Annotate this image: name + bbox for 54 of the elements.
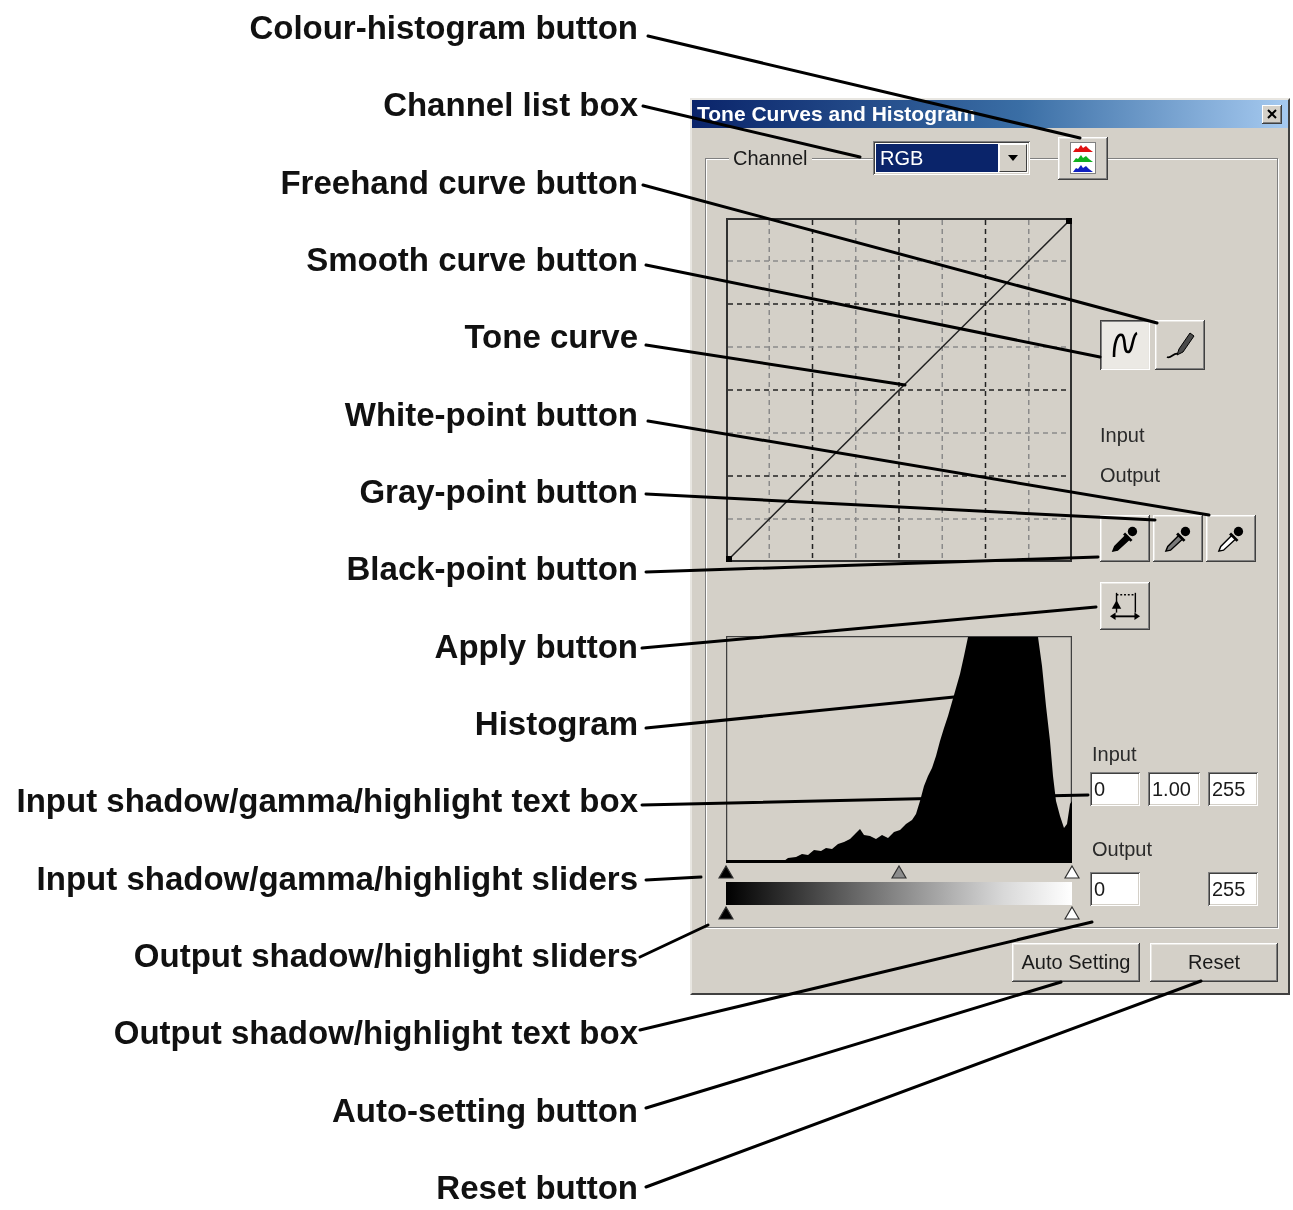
callout-label: Black-point button xyxy=(346,549,638,590)
leader-line xyxy=(644,875,703,882)
callout-label: White-point button xyxy=(344,394,638,435)
midtone-point-button[interactable] xyxy=(1153,515,1203,562)
callout-label: Apply button xyxy=(434,626,638,667)
window-title: Tone Curves and Histogram xyxy=(697,102,976,126)
input-slider-track[interactable] xyxy=(718,863,1080,880)
close-button[interactable] xyxy=(1262,104,1282,124)
channel-dropdown[interactable]: RGB xyxy=(873,141,1030,175)
input-field[interactable]: 255 xyxy=(1208,872,1258,906)
callout-label: Tone curve xyxy=(464,317,638,358)
caret-icon xyxy=(999,144,1027,172)
close-icon xyxy=(1267,109,1277,119)
pencil-icon xyxy=(1165,330,1195,360)
callout-label: Gray-point button xyxy=(359,471,638,512)
slider-thumb[interactable] xyxy=(891,865,907,879)
readout-label: Input xyxy=(1100,425,1145,445)
eyedropper-icon xyxy=(1164,524,1192,553)
reset-button[interactable]: Reset xyxy=(1150,943,1278,982)
eyedropper-icon xyxy=(1111,524,1139,553)
callout-label: Freehand curve button xyxy=(280,162,638,203)
callout-label: Input shadow/gamma/highlight sliders xyxy=(36,858,638,899)
apply-button[interactable] xyxy=(1100,582,1150,630)
eyedropper-icon xyxy=(1217,524,1245,553)
histogram-icon xyxy=(1070,142,1096,174)
callout-label: Smooth curve button xyxy=(306,240,638,280)
highlight-point-button[interactable] xyxy=(1206,515,1256,562)
squiggle-icon xyxy=(1110,330,1140,360)
colour-histogram-button[interactable] xyxy=(1058,136,1108,180)
shadow-point-button[interactable] xyxy=(1100,515,1150,562)
callout-label: Reset button xyxy=(436,1167,638,1208)
output-slider-track[interactable] xyxy=(718,905,1080,920)
output-label: Output xyxy=(1091,839,1153,859)
input-field[interactable]: 0 xyxy=(1090,872,1140,906)
callout-label: Output shadow/highlight sliders xyxy=(133,935,638,976)
input-field[interactable]: 255 xyxy=(1208,772,1258,806)
slider-thumb[interactable] xyxy=(1064,906,1080,920)
slider-thumb[interactable] xyxy=(718,865,734,879)
input-field[interactable]: 0 xyxy=(1090,772,1140,806)
auto-setting-button[interactable]: Auto Setting xyxy=(1012,943,1140,982)
slider-thumb[interactable] xyxy=(1064,865,1080,879)
readout-label: Output xyxy=(1100,465,1161,485)
freehand-curve-button[interactable] xyxy=(1155,320,1205,370)
callout-label: Input shadow/gamma/highlight text box xyxy=(16,781,638,822)
callout-label: Histogram xyxy=(474,703,638,744)
callout-label: Auto-setting button xyxy=(331,1090,638,1131)
input-label: Input xyxy=(1091,744,1137,764)
smooth-curve-button[interactable] xyxy=(1100,320,1150,370)
range-arrows-icon xyxy=(1109,590,1141,622)
callout-label: Channel list box xyxy=(383,85,638,126)
callout-label: Output shadow/highlight text box xyxy=(113,1013,638,1054)
slider-thumb[interactable] xyxy=(718,906,734,920)
input-field[interactable]: 1.00 xyxy=(1148,772,1200,806)
callout-label: Colour-histogram button xyxy=(249,8,638,48)
